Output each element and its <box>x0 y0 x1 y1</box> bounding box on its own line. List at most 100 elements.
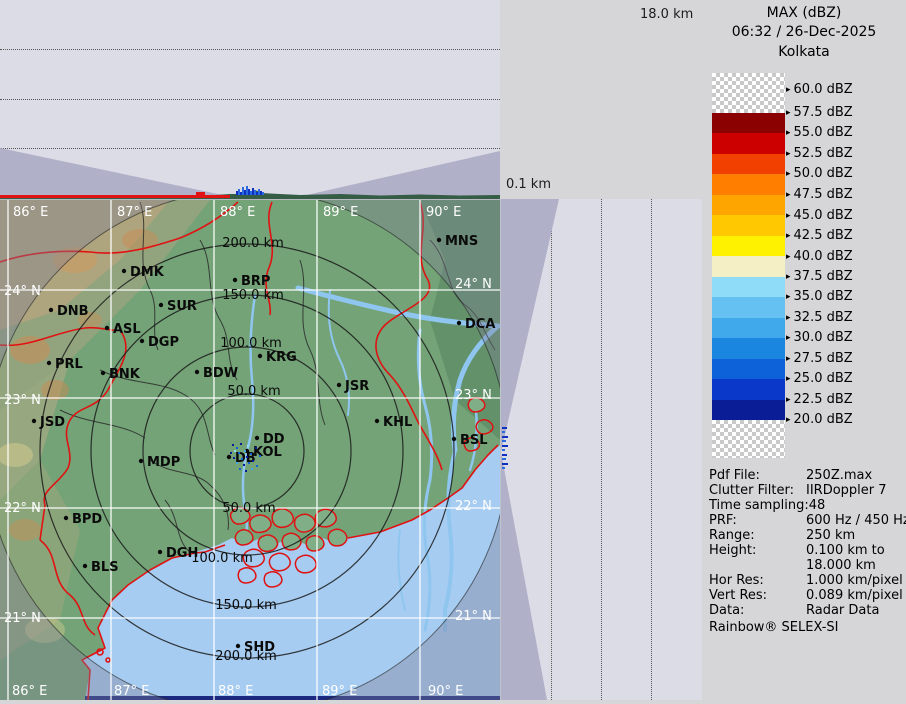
scale-tick-label: ▸52.5 dBZ <box>786 146 853 161</box>
scale-tick-label: ▸37.5 dBZ <box>786 269 853 284</box>
height-axis-max-label: 18.0 km <box>640 7 693 22</box>
range-ring-label: 150.0 km <box>222 288 284 303</box>
radar-application-window: { "colors": { "background": "#d6d6d9", "… <box>0 0 906 700</box>
tick-text: 55.0 dBZ <box>794 125 853 140</box>
echo-dash <box>502 436 508 438</box>
tick-arrow-icon: ▸ <box>786 252 791 262</box>
radar-map-display: 200.0 km150.0 km100.0 km50.0 km50.0 km10… <box>0 200 500 700</box>
scale-tick-label: ▸25.0 dBZ <box>786 371 853 386</box>
colorbar-swatch <box>712 359 785 379</box>
colorbar-swatch <box>712 154 785 174</box>
tick-text: 30.0 dBZ <box>794 330 853 345</box>
city-dot <box>139 459 143 463</box>
scale-tick-label: ▸27.5 dBZ <box>786 351 853 366</box>
colorbar-swatch <box>712 133 785 153</box>
city-label: KRG <box>266 350 297 365</box>
scale-tick-label: ▸32.5 dBZ <box>786 310 853 325</box>
legend-colorbar <box>712 73 785 458</box>
height-gridline <box>651 199 652 700</box>
latitude-label: 23° N <box>455 388 492 403</box>
colorbar-swatch <box>712 420 785 458</box>
echo-pixel <box>230 452 232 454</box>
info-row: Clutter Filter:IIRDoppler 7 <box>709 483 906 498</box>
info-row: Range:250 km <box>709 528 906 543</box>
info-value: Radar Data <box>806 603 879 618</box>
scale-tick-label: ▸22.5 dBZ <box>786 392 853 407</box>
city-dot <box>452 437 456 441</box>
tick-text: 57.5 dBZ <box>794 105 853 120</box>
city-dot <box>375 419 379 423</box>
tick-arrow-icon: ▸ <box>786 108 791 118</box>
tick-arrow-icon: ▸ <box>786 272 791 282</box>
echo-spike <box>262 192 264 195</box>
legend-product-title: MAX (dBZ) <box>702 5 906 21</box>
info-label: PRF: <box>709 513 806 528</box>
tick-arrow-icon: ▸ <box>786 149 791 159</box>
echo-pixel <box>232 444 234 446</box>
longitude-label: 89° E <box>322 684 357 699</box>
colorbar-swatch <box>712 174 785 194</box>
legend-info-block: Pdf File:250Z.maxClutter Filter:IIRDoppl… <box>709 468 906 618</box>
info-row: Pdf File:250Z.max <box>709 468 906 483</box>
tick-arrow-icon: ▸ <box>786 231 791 241</box>
city-label: BDW <box>203 366 238 381</box>
latitude-label: 24° N <box>4 284 41 299</box>
tick-text: 45.0 dBZ <box>794 208 853 223</box>
city-dot <box>64 516 68 520</box>
tick-text: 35.0 dBZ <box>794 289 853 304</box>
city-label: DGP <box>148 335 179 350</box>
scale-tick-label: ▸20.0 dBZ <box>786 412 853 427</box>
colorbar-swatch <box>712 338 785 358</box>
echo-pixel <box>236 462 238 464</box>
info-value: 0.089 km/pixel <box>806 588 903 603</box>
scale-tick-label: ▸42.5 dBZ <box>786 228 853 243</box>
tick-text: 40.0 dBZ <box>794 249 853 264</box>
city-label: SHD <box>244 640 275 655</box>
echo-dash <box>502 427 507 429</box>
echo-dash <box>502 431 505 433</box>
scale-tick-label: ▸50.0 dBZ <box>786 166 853 181</box>
city-dot <box>255 436 259 440</box>
echo-dash <box>502 440 506 442</box>
city-dot <box>122 269 126 273</box>
echo-pixel <box>247 445 249 447</box>
tick-text: 20.0 dBZ <box>794 412 853 427</box>
legend-datetime: 06:32 / 26-Dec-2025 <box>702 24 906 40</box>
longitude-label: 90° E <box>426 205 461 220</box>
legend-panel: MAX (dBZ) 06:32 / 26-Dec-2025 Kolkata ▸6… <box>702 0 906 700</box>
info-value: 600 Hz / 450 Hz <box>806 513 906 528</box>
info-value: 250 km <box>806 528 855 543</box>
latitude-label: 24° N <box>455 277 492 292</box>
city-dot <box>49 308 53 312</box>
echo-pixel <box>236 447 238 449</box>
city-label: BSL <box>460 433 488 448</box>
city-dot <box>83 564 87 568</box>
latitude-label: 21° N <box>4 611 41 626</box>
range-ring-label: 150.0 km <box>215 598 277 613</box>
city-dot <box>258 354 262 358</box>
info-row: 18.000 km <box>709 558 906 573</box>
city-label: DNB <box>57 304 89 319</box>
info-row: Time sampling:48 <box>709 498 906 513</box>
city-label: JSR <box>344 379 369 394</box>
city-dot <box>195 370 199 374</box>
height-gridline <box>0 148 500 149</box>
city-label: BPD <box>72 512 102 527</box>
info-row: Vert Res:0.089 km/pixel <box>709 588 906 603</box>
tick-text: 47.5 dBZ <box>794 187 853 202</box>
scale-tick-label: ▸35.0 dBZ <box>786 289 853 304</box>
info-row: Height:0.100 km to <box>709 543 906 558</box>
echo-dash <box>502 454 507 456</box>
city-dot <box>158 550 162 554</box>
echo-pixel <box>239 468 241 470</box>
latitude-label: 22° N <box>4 501 41 516</box>
echo-pixel <box>233 457 235 459</box>
tick-text: 50.0 dBZ <box>794 166 853 181</box>
city-label: KOL <box>253 445 282 460</box>
city-label: DMK <box>130 265 165 280</box>
scale-tick-label: ▸30.0 dBZ <box>786 330 853 345</box>
height-gridline <box>601 199 602 700</box>
height-gridline <box>0 99 500 100</box>
echo-pixel <box>251 468 253 470</box>
latitude-label: 21° N <box>455 609 492 624</box>
